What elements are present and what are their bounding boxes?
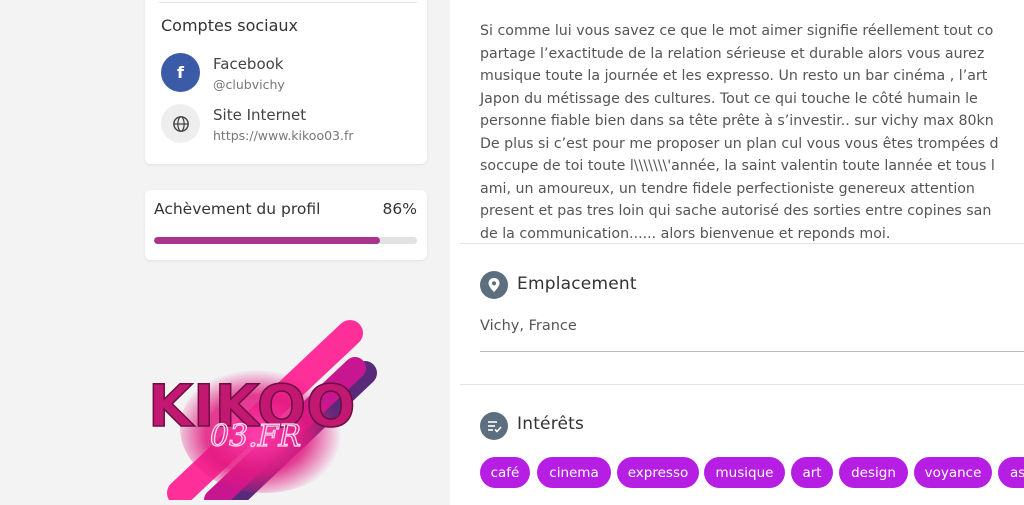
interest-tag[interactable]: café	[480, 457, 530, 488]
about-line: partage l’exactitude de la relation séri…	[480, 45, 985, 62]
profile-main-panel: Si comme lui vous savez ce que le mot ai…	[450, 0, 1024, 505]
social-accounts-card: Comptes sociaux f Facebook @clubvichy Si…	[145, 0, 427, 164]
profile-completion-percent: 86%	[382, 200, 417, 218]
profile-completion-fill	[154, 237, 381, 244]
about-line: Japon du métissage des cultures. Tout ce…	[480, 90, 978, 107]
about-line: Si comme lui vous savez ce que le mot ai…	[480, 23, 994, 39]
about-line: ami, un amoureux, un tendre fidele perfe…	[480, 180, 975, 197]
profile-completion-bar	[154, 237, 417, 244]
interest-tag[interactable]: as	[998, 457, 1024, 488]
facebook-handle: @clubvichy	[213, 77, 285, 92]
profile-completion-card: Achèvement du profil 86%	[145, 190, 427, 260]
interest-tag[interactable]: cinema	[537, 457, 611, 488]
about-line: personne fiable bien dans sa tête prête …	[480, 113, 994, 129]
about-text: Si comme lui vous savez ce que le mot ai…	[480, 20, 1024, 245]
section-divider	[460, 243, 1024, 244]
logo-subtext: 03.FR	[210, 419, 301, 454]
about-line: present et pas tres loin qui sache autor…	[480, 203, 992, 219]
interest-tag[interactable]: musique	[704, 457, 785, 488]
interests-title: Intérêts	[517, 414, 585, 434]
interests-list-icon	[480, 412, 508, 440]
facebook-label: Facebook	[213, 55, 284, 73]
social-accounts-title: Comptes sociaux	[161, 16, 299, 35]
interest-tag[interactable]: voyance	[914, 457, 992, 488]
website-url: https://www.kikoo03.fr	[213, 128, 354, 143]
website-label: Site Internet	[213, 106, 307, 124]
facebook-icon: f	[161, 53, 200, 92]
divider	[159, 2, 417, 3]
globe-icon	[161, 104, 200, 143]
profile-completion-label: Achèvement du profil	[154, 200, 321, 218]
location-title: Emplacement	[517, 274, 637, 294]
interest-tag[interactable]: design	[839, 457, 908, 488]
about-line: musique toute la journée et les expresso…	[480, 68, 988, 84]
section-divider	[460, 384, 1024, 385]
about-line: de la communication...... alors bienvenu…	[480, 225, 891, 242]
location-pin-icon	[480, 271, 508, 299]
kikoo-logo: KIKOO 03.FR	[140, 318, 410, 505]
location-value: Vichy, France	[480, 318, 577, 334]
location-underline	[480, 351, 1024, 352]
about-line: De plus si c’est pour me proposer un pla…	[480, 135, 999, 152]
about-line: soccupe de toi toute l\\\\\\\'année, la …	[480, 158, 995, 174]
interest-tag[interactable]: art	[791, 457, 833, 488]
interest-tag[interactable]: expresso	[617, 457, 699, 488]
